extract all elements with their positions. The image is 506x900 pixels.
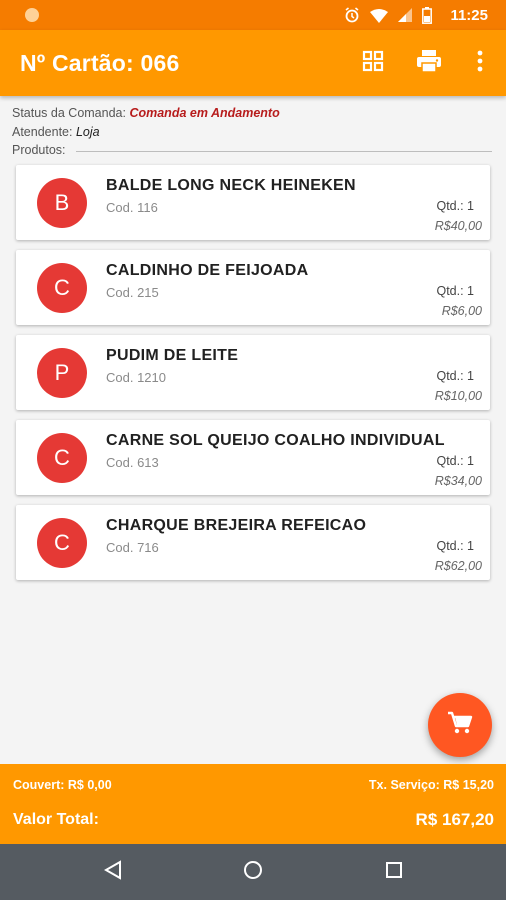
page-title: Nº Cartão: 066 (20, 50, 180, 76)
product-avatar: C (37, 263, 87, 313)
order-info: Status da Comanda: Comanda em Andamento … (12, 104, 280, 142)
status-bar: 11:25 (0, 0, 506, 30)
attendant-row: Atendente: Loja (12, 123, 280, 142)
more-vert-icon (477, 50, 483, 77)
product-card[interactable]: C CHARQUE BREJEIRA REFEICAO Cod. 716 Qtd… (16, 505, 490, 580)
product-price: R$34,00 (434, 474, 482, 488)
product-code: Cod. 215 (106, 285, 159, 300)
app-bar: Nº Cartão: 066 (0, 30, 506, 96)
product-price: R$10,00 (434, 389, 482, 403)
product-price: R$62,00 (434, 559, 482, 573)
product-quantity: Qtd.: 1 (436, 199, 474, 213)
product-name: CALDINHO DE FEIJOADA (106, 262, 309, 279)
attendant-label: Atendente: (12, 125, 73, 139)
product-price: R$40,00 (434, 219, 482, 233)
clock: 11:25 (450, 6, 488, 24)
product-quantity: Qtd.: 1 (436, 369, 474, 383)
product-name: BALDE LONG NECK HEINEKEN (106, 177, 356, 194)
signal-icon (398, 8, 413, 22)
total-label: Valor Total: (13, 811, 99, 828)
product-quantity: Qtd.: 1 (436, 284, 474, 298)
back-icon (103, 859, 122, 885)
product-card[interactable]: B BALDE LONG NECK HEINEKEN Cod. 116 Qtd.… (16, 165, 490, 240)
back-button[interactable] (99, 858, 127, 886)
home-button[interactable] (239, 858, 267, 886)
total-value: R$ 167,20 (415, 810, 494, 829)
system-nav-bar (0, 844, 506, 900)
alarm-icon (344, 7, 360, 23)
grid-button[interactable] (358, 48, 388, 78)
recents-button[interactable] (380, 858, 408, 886)
product-name: CHARQUE BREJEIRA REFEICAO (106, 517, 367, 534)
service-fee-value: Tx. Serviço: R$ 15,20 (368, 778, 494, 792)
totals-footer: Couvert: R$ 0,00 Tx. Serviço: R$ 15,20 V… (0, 764, 506, 844)
product-avatar: C (37, 433, 87, 483)
product-avatar: B (37, 178, 87, 228)
products-divider (76, 151, 492, 152)
product-quantity: Qtd.: 1 (436, 454, 474, 468)
print-icon (416, 49, 442, 78)
products-label: Produtos: (12, 143, 66, 157)
notification-icon (25, 8, 39, 22)
order-status-row: Status da Comanda: Comanda em Andamento (12, 104, 280, 123)
product-code: Cod. 116 (106, 200, 158, 215)
product-code: Cod. 716 (106, 540, 159, 555)
status-value: Comanda em Andamento (129, 106, 280, 120)
product-code: Cod. 613 (106, 455, 159, 470)
status-label: Status da Comanda: (12, 106, 126, 120)
product-card[interactable]: P PUDIM DE LEITE Cod. 1210 Qtd.: 1 R$10,… (16, 335, 490, 410)
couvert-value: Couvert: R$ 0,00 (13, 778, 112, 792)
product-name: PUDIM DE LEITE (106, 347, 239, 364)
product-card[interactable]: C CARNE SOL QUEIJO COALHO INDIVIDUAL Cod… (16, 420, 490, 495)
product-name: CARNE SOL QUEIJO COALHO INDIVIDUAL (106, 432, 445, 449)
product-code: Cod. 1210 (106, 370, 166, 385)
recents-icon (385, 861, 403, 884)
cart-icon (447, 711, 473, 740)
print-button[interactable] (414, 48, 444, 78)
attendant-value: Loja (75, 125, 100, 139)
product-card[interactable]: C CALDINHO DE FEIJOADA Cod. 215 Qtd.: 1 … (16, 250, 490, 325)
grid-icon (362, 50, 384, 77)
product-price: R$6,00 (441, 304, 482, 318)
more-options-button[interactable] (465, 48, 495, 78)
cart-fab[interactable] (428, 693, 492, 757)
product-avatar: P (37, 348, 87, 398)
wifi-icon (370, 8, 389, 23)
product-avatar: C (37, 518, 87, 568)
battery-icon (422, 6, 433, 24)
home-icon (243, 860, 263, 885)
product-quantity: Qtd.: 1 (436, 539, 474, 553)
